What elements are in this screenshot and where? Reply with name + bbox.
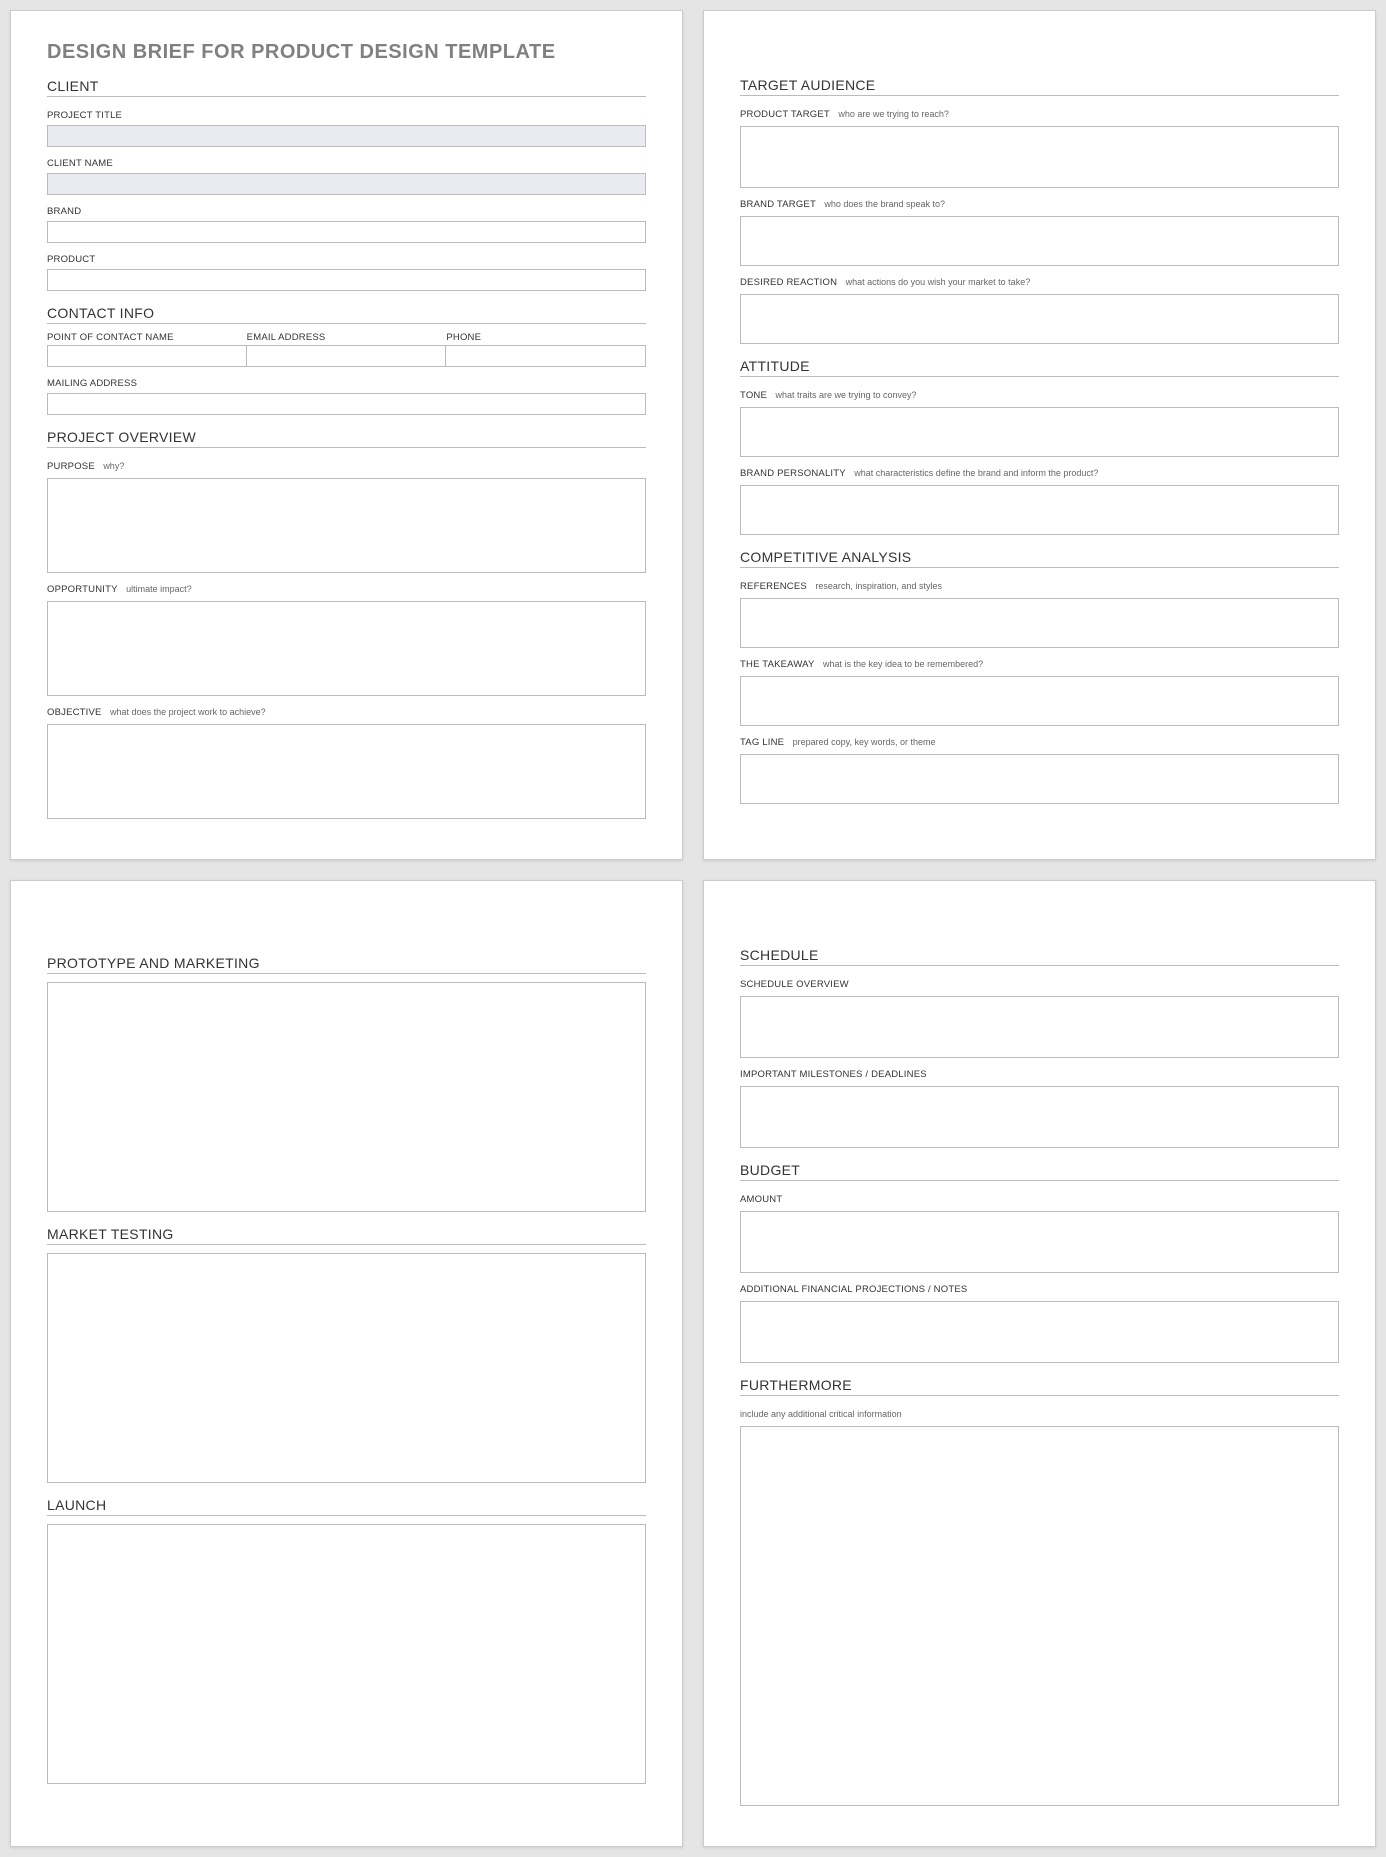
input-phone[interactable] xyxy=(446,345,646,367)
label-poc-name: POINT OF CONTACT NAME xyxy=(47,332,247,343)
label-tone: TONE xyxy=(740,390,767,401)
textarea-objective[interactable] xyxy=(47,724,646,819)
section-target-audience: TARGET AUDIENCE xyxy=(740,77,1339,96)
input-client-name[interactable] xyxy=(47,173,646,195)
textarea-tone[interactable] xyxy=(740,407,1339,457)
label-additional-financial: ADDITIONAL FINANCIAL PROJECTIONS / NOTES xyxy=(740,1284,967,1295)
hint-tagline: prepared copy, key words, or theme xyxy=(793,737,936,747)
textarea-additional-financial[interactable] xyxy=(740,1301,1339,1363)
label-purpose: PURPOSE xyxy=(47,461,95,472)
section-launch: LAUNCH xyxy=(47,1497,646,1516)
textarea-brand-target[interactable] xyxy=(740,216,1339,266)
textarea-product-target[interactable] xyxy=(740,126,1339,188)
page-2: TARGET AUDIENCE PRODUCT TARGET who are w… xyxy=(703,10,1376,860)
page-1: DESIGN BRIEF FOR PRODUCT DESIGN TEMPLATE… xyxy=(10,10,683,860)
textarea-takeaway[interactable] xyxy=(740,676,1339,726)
section-budget: BUDGET xyxy=(740,1162,1339,1181)
label-client-name: CLIENT NAME xyxy=(47,158,113,169)
textarea-prototype-marketing[interactable] xyxy=(47,982,646,1212)
section-competitive-analysis: COMPETITIVE ANALYSIS xyxy=(740,549,1339,568)
hint-desired-reaction: what actions do you wish your market to … xyxy=(846,277,1031,287)
input-poc-name[interactable] xyxy=(47,345,247,367)
label-opportunity: OPPORTUNITY xyxy=(47,584,118,595)
hint-furthermore: include any additional critical informat… xyxy=(740,1409,902,1419)
page-3: PROTOTYPE AND MARKETING MARKET TESTING L… xyxy=(10,880,683,1847)
label-brand-target: BRAND TARGET xyxy=(740,199,816,210)
hint-opportunity: ultimate impact? xyxy=(126,584,192,594)
textarea-furthermore[interactable] xyxy=(740,1426,1339,1806)
textarea-purpose[interactable] xyxy=(47,478,646,573)
hint-brand-target: who does the brand speak to? xyxy=(824,199,945,209)
hint-objective: what does the project work to achieve? xyxy=(110,707,266,717)
section-prototype-marketing: PROTOTYPE AND MARKETING xyxy=(47,955,646,974)
hint-product-target: who are we trying to reach? xyxy=(838,109,949,119)
label-email: EMAIL ADDRESS xyxy=(247,332,447,343)
section-attitude: ATTITUDE xyxy=(740,358,1339,377)
hint-purpose: why? xyxy=(103,461,124,471)
label-takeaway: THE TAKEAWAY xyxy=(740,659,815,670)
textarea-opportunity[interactable] xyxy=(47,601,646,696)
page-4: SCHEDULE SCHEDULE OVERVIEW IMPORTANT MIL… xyxy=(703,880,1376,1847)
label-project-title: PROJECT TITLE xyxy=(47,110,122,121)
textarea-brand-personality[interactable] xyxy=(740,485,1339,535)
label-objective: OBJECTIVE xyxy=(47,707,102,718)
textarea-desired-reaction[interactable] xyxy=(740,294,1339,344)
textarea-launch[interactable] xyxy=(47,1524,646,1784)
section-client: CLIENT xyxy=(47,78,646,97)
label-product-target: PRODUCT TARGET xyxy=(740,109,830,120)
section-contact-info: CONTACT INFO xyxy=(47,305,646,324)
textarea-schedule-overview[interactable] xyxy=(740,996,1339,1058)
section-project-overview: PROJECT OVERVIEW xyxy=(47,429,646,448)
hint-tone: what traits are we trying to convey? xyxy=(775,390,916,400)
input-mailing[interactable] xyxy=(47,393,646,415)
document-title: DESIGN BRIEF FOR PRODUCT DESIGN TEMPLATE xyxy=(47,41,646,64)
hint-references: research, inspiration, and styles xyxy=(815,581,942,591)
input-product[interactable] xyxy=(47,269,646,291)
label-milestones: IMPORTANT MILESTONES / DEADLINES xyxy=(740,1069,927,1080)
label-amount: AMOUNT xyxy=(740,1194,782,1205)
input-brand[interactable] xyxy=(47,221,646,243)
label-brand-personality: BRAND PERSONALITY xyxy=(740,468,846,479)
section-furthermore: FURTHERMORE xyxy=(740,1377,1339,1396)
label-mailing: MAILING ADDRESS xyxy=(47,378,137,389)
textarea-tagline[interactable] xyxy=(740,754,1339,804)
label-references: REFERENCES xyxy=(740,581,807,592)
label-desired-reaction: DESIRED REACTION xyxy=(740,277,837,288)
input-email[interactable] xyxy=(247,345,447,367)
textarea-amount[interactable] xyxy=(740,1211,1339,1273)
hint-brand-personality: what characteristics define the brand an… xyxy=(854,468,1098,478)
input-project-title[interactable] xyxy=(47,125,646,147)
label-tagline: TAG LINE xyxy=(740,737,784,748)
label-phone: PHONE xyxy=(446,332,646,343)
label-schedule-overview: SCHEDULE OVERVIEW xyxy=(740,979,849,990)
label-product: PRODUCT xyxy=(47,254,95,265)
section-schedule: SCHEDULE xyxy=(740,947,1339,966)
hint-takeaway: what is the key idea to be remembered? xyxy=(823,659,983,669)
section-market-testing: MARKET TESTING xyxy=(47,1226,646,1245)
textarea-market-testing[interactable] xyxy=(47,1253,646,1483)
textarea-milestones[interactable] xyxy=(740,1086,1339,1148)
label-brand: BRAND xyxy=(47,206,81,217)
textarea-references[interactable] xyxy=(740,598,1339,648)
